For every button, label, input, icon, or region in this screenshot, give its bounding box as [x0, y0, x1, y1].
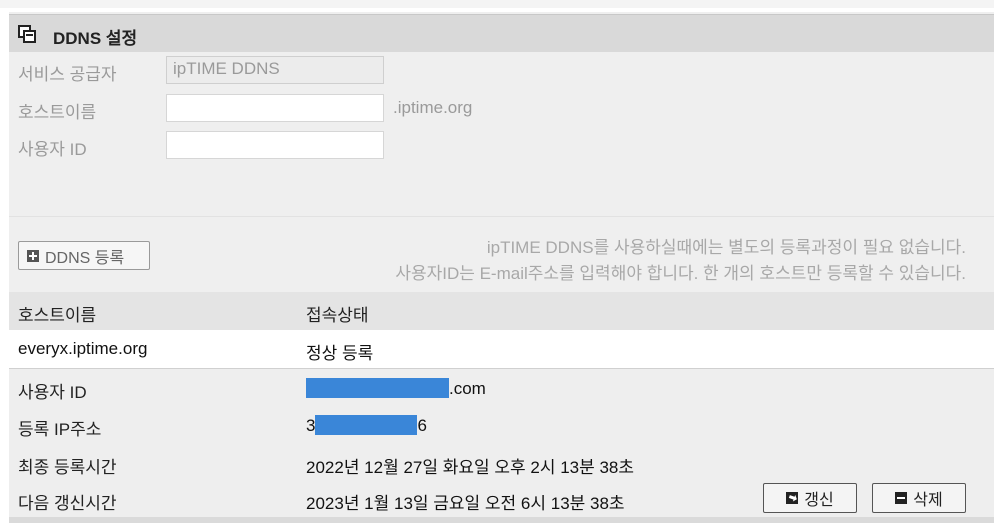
bottom-border	[9, 517, 994, 523]
detail-ip-prefix: 3	[306, 416, 316, 435]
refresh-box-icon	[786, 492, 799, 504]
detail-last-label: 최종 등록시간	[18, 458, 117, 477]
window-stack-icon	[18, 25, 36, 43]
ddns-register-label: DDNS 등록	[45, 249, 125, 267]
ddns-register-button[interactable]: DDNS 등록	[18, 241, 150, 270]
provider-label: 서비스 공급자	[18, 65, 117, 84]
redaction-mask	[315, 415, 418, 435]
table-row[interactable]: everyx.iptime.org 정상 등록	[9, 330, 994, 368]
detail-last-value: 2022년 12월 27일 화요일 오후 2시 13분 38초	[306, 458, 635, 477]
redaction-mask	[306, 378, 449, 398]
ddns-details: 사용자 ID .com 등록 IP주소 36 최종 등록시간 2022년 12월…	[9, 368, 994, 523]
detail-user-suffix: .com	[449, 379, 486, 398]
panel-title: DDNS 설정	[53, 29, 138, 48]
user-id-label: 사용자 ID	[18, 140, 87, 159]
detail-ip-suffix: 6	[417, 416, 427, 435]
column-header-host: 호스트이름	[18, 306, 97, 325]
detail-ip-label: 등록 IP주소	[18, 420, 102, 439]
row-host: everyx.iptime.org	[18, 339, 148, 358]
ddns-settings-panel: DDNS 설정 서비스 공급자 ipTIME DDNS 호스트이름 .iptim…	[9, 12, 994, 523]
provider-field: ipTIME DDNS	[166, 56, 384, 84]
column-header-status: 접속상태	[306, 306, 369, 325]
divider	[9, 216, 994, 217]
panel-header: DDNS 설정	[9, 14, 994, 52]
minus-box-icon	[895, 492, 908, 504]
note-line-2: 사용자ID는 E-mail주소를 입력해야 합니다. 한 개의 호스트만 등록할…	[395, 264, 966, 283]
detail-next-label: 다음 갱신시간	[18, 494, 117, 513]
renew-button[interactable]: 갱신	[763, 483, 857, 513]
table-header: 호스트이름 접속상태	[9, 292, 994, 330]
top-strip	[0, 0, 994, 8]
detail-user-value: .com	[306, 378, 486, 399]
row-status: 정상 등록	[306, 344, 374, 363]
hostname-input[interactable]	[166, 94, 384, 122]
renew-label: 갱신	[804, 492, 834, 509]
delete-button[interactable]: 삭제	[872, 483, 966, 513]
note-line-1: ipTIME DDNS를 사용하실때에는 별도의 등록과정이 필요 없습니다.	[486, 238, 966, 257]
user-id-input[interactable]	[166, 131, 384, 159]
detail-ip-value: 36	[306, 415, 427, 436]
hostname-suffix: .iptime.org	[393, 98, 473, 117]
detail-next-value: 2023년 1월 13일 금요일 오전 6시 13분 38초	[306, 494, 625, 513]
delete-label: 삭제	[913, 492, 943, 509]
hostname-label: 호스트이름	[18, 103, 97, 122]
plus-box-icon	[27, 249, 39, 262]
detail-user-label: 사용자 ID	[18, 383, 87, 402]
